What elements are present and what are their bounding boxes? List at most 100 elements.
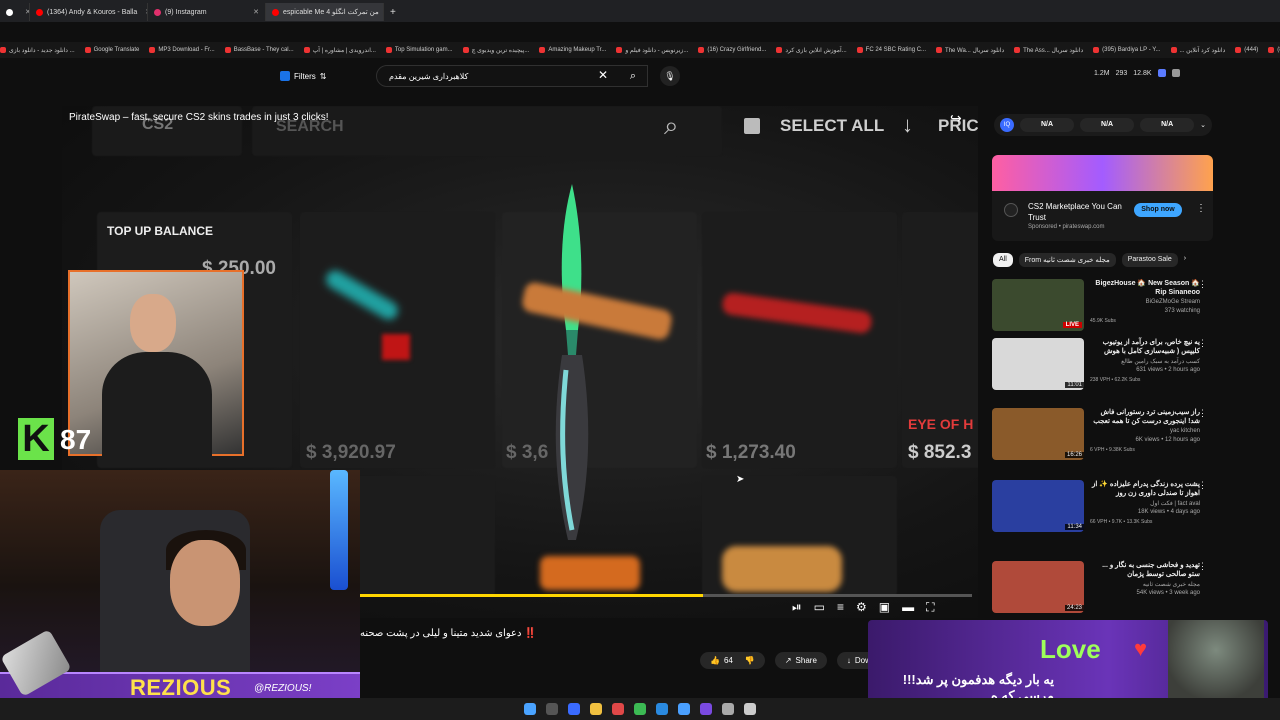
video-thumbnail[interactable]: 11:34 bbox=[992, 480, 1084, 532]
sponsored-ad[interactable]: CS2 Marketplace You Can Trust Sponsored … bbox=[992, 155, 1213, 241]
app-icon[interactable] bbox=[568, 703, 580, 715]
blurred-price: $ 852.3 bbox=[908, 442, 972, 463]
chrome-icon[interactable] bbox=[634, 703, 646, 715]
more-options-icon[interactable]: ⋮ bbox=[1198, 480, 1207, 491]
bookmark-item[interactable]: The Wa... دانلود سریال bbox=[936, 47, 1004, 54]
close-icon[interactable]: ✕ bbox=[17, 8, 29, 16]
recommended-video[interactable]: LIVE BigezHouse 🏠 New Season 🏠 Rip Sinane… bbox=[992, 279, 1207, 335]
share-button[interactable]: ↗ Share bbox=[774, 652, 827, 669]
bookmark-item[interactable]: Amazing Makeup Tr... bbox=[539, 47, 606, 53]
video-meta: 373 watching bbox=[1164, 308, 1200, 314]
metric-chip[interactable]: N/A bbox=[1080, 118, 1135, 132]
person-face bbox=[130, 294, 176, 352]
bookmark-item[interactable]: (444) bbox=[1235, 47, 1258, 53]
duration-badge: 11:01 bbox=[1065, 382, 1084, 388]
video-thumbnail[interactable]: LIVE bbox=[992, 279, 1084, 331]
browser-tab-active[interactable]: espicable Me 4 من تمرکت انگلو✕ bbox=[266, 3, 384, 21]
close-icon[interactable]: ✕ bbox=[245, 8, 259, 16]
fullscreen-icon[interactable]: ⛶ bbox=[926, 600, 934, 615]
chevron-right-icon[interactable]: › bbox=[1184, 253, 1186, 267]
settings-icon[interactable]: ⚙ bbox=[856, 600, 867, 615]
app-icon[interactable] bbox=[744, 703, 756, 715]
bookmark-item[interactable]: (887) Men Rank Th bbox=[1268, 47, 1280, 53]
video-thumbnail[interactable]: 24:23 bbox=[992, 561, 1084, 613]
video-thumbnail[interactable]: 16:26 bbox=[992, 408, 1084, 460]
bookmark-item[interactable]: دانلود جدید - دانلود بازی ... bbox=[0, 47, 75, 54]
video-thumbnail[interactable]: 11:01 bbox=[992, 338, 1084, 390]
browser-tab[interactable]: (9) Instagram ✕ bbox=[148, 3, 266, 21]
bookmark-item[interactable]: (16) Crazy Girlfriend... bbox=[698, 47, 766, 53]
recommended-video[interactable]: 24:23 تهدید و فحاشی جنسی به نگار و ... ست… bbox=[992, 561, 1207, 617]
theater-icon[interactable]: ▬ bbox=[902, 600, 914, 615]
clear-search-icon[interactable]: ✕ bbox=[598, 68, 608, 82]
bookmark-item[interactable]: زیرنویس - دانلود فیلم و... bbox=[616, 47, 688, 54]
chevron-down-icon[interactable]: ⌄ bbox=[1200, 121, 1206, 129]
app-icon[interactable] bbox=[656, 703, 668, 715]
blurred-item bbox=[382, 334, 410, 360]
autoplay-toggle-icon[interactable]: ⏯ bbox=[792, 600, 802, 615]
bookmark-item[interactable]: The Ass... دانلود سریال bbox=[1014, 47, 1083, 54]
start-icon[interactable] bbox=[524, 703, 536, 715]
more-options-icon[interactable]: ⋮ bbox=[1198, 408, 1207, 419]
chip-related[interactable]: Parastoo Sale bbox=[1121, 253, 1178, 267]
miniplayer-icon[interactable]: ▣ bbox=[879, 600, 890, 615]
filters-button[interactable]: Filters ⇅ bbox=[280, 68, 326, 84]
bookmark-item[interactable]: (395) Bardiya LP - Y... bbox=[1093, 47, 1161, 53]
close-icon[interactable]: ✕ bbox=[137, 8, 147, 16]
recommended-video[interactable]: 11:01 یه نیچ خاص، برای درآمد از یوتیوب کل… bbox=[992, 338, 1207, 394]
bookmark-item[interactable]: Google Translate bbox=[84, 47, 139, 53]
video-meta: 54K views • 3 week ago bbox=[1136, 590, 1200, 596]
share-icon[interactable]: ↪ bbox=[950, 110, 962, 127]
chip-all[interactable]: All bbox=[993, 253, 1013, 267]
voice-search-button[interactable]: 🎙 bbox=[660, 66, 680, 86]
recommended-video[interactable]: 11:34 پشت پرده زندگی پدرام علیزاده ✨ از ا… bbox=[992, 480, 1207, 536]
more-options-icon[interactable]: ⋮ bbox=[1198, 338, 1207, 349]
bookmark-favicon-icon bbox=[303, 47, 310, 53]
bookmark-item[interactable]: BassBase - They cal... bbox=[224, 47, 294, 53]
captions-icon[interactable]: ▭ bbox=[814, 600, 825, 615]
progress-bar[interactable] bbox=[360, 594, 972, 597]
ad-banner-image bbox=[992, 155, 1213, 191]
blurred-label: SELECT ALL bbox=[780, 116, 885, 135]
subtitles-icon[interactable]: ≡ bbox=[837, 600, 844, 615]
bookmark-favicon-icon bbox=[856, 47, 863, 53]
app-icon[interactable] bbox=[678, 703, 690, 715]
thumbs-down-icon[interactable]: 👎 bbox=[745, 656, 755, 665]
app-icon[interactable] bbox=[700, 703, 712, 715]
more-options-icon[interactable]: ⋮ bbox=[1196, 203, 1206, 214]
browser-tab[interactable]: (1364) Andy & Kouros - Balla✕ bbox=[30, 3, 148, 21]
bookmark-item[interactable]: آموزش انلاین بازی کرد... bbox=[776, 47, 847, 54]
address-bar[interactable] bbox=[0, 22, 1280, 40]
bookmark-favicon-icon bbox=[1093, 47, 1100, 53]
app-icon[interactable] bbox=[722, 703, 734, 715]
bookmark-item[interactable]: ... دانلود کرد آنلاین bbox=[1170, 47, 1225, 54]
metric-chip[interactable]: N/A bbox=[1140, 118, 1195, 132]
browser-tab[interactable]: ✕ bbox=[0, 3, 30, 21]
bookmark-favicon-icon bbox=[1235, 47, 1242, 53]
extension-chipbar: IQ N/A N/A N/A ⌄ bbox=[994, 114, 1212, 136]
new-tab-button[interactable]: + bbox=[384, 3, 402, 21]
chip-from-channel[interactable]: From مجله خبری شصت ثانیه bbox=[1018, 253, 1116, 267]
bookmark-item[interactable]: MP3 Download - Fr... bbox=[149, 47, 215, 53]
shop-now-button[interactable]: Shop now bbox=[1134, 203, 1182, 217]
extension-icon[interactable] bbox=[1157, 69, 1166, 77]
duration-badge: 16:26 bbox=[1064, 452, 1084, 458]
bookmark-item[interactable]: Top Simulation gam... bbox=[385, 47, 453, 53]
search-button[interactable]: ⌕ bbox=[622, 65, 644, 87]
extension-icon[interactable] bbox=[1171, 69, 1180, 77]
app-icon[interactable] bbox=[612, 703, 624, 715]
video-actions: 👍 64 👎 ↗ Share ↓ Down bbox=[700, 652, 886, 669]
search-icon: ⌕ bbox=[629, 70, 637, 82]
bookmark-item[interactable]: پیچیده ترین ویدیوی چ... bbox=[462, 47, 529, 54]
more-options-icon[interactable]: ⋮ bbox=[1198, 279, 1207, 290]
youtube-icon bbox=[36, 8, 43, 16]
bookmark-item[interactable]: اندرویدی | مشاوره | آپ... bbox=[303, 47, 376, 54]
metric-chip[interactable]: N/A bbox=[1020, 118, 1075, 132]
bookmark-item[interactable]: FC 24 SBC Rating C... bbox=[856, 47, 926, 53]
folder-icon[interactable] bbox=[590, 703, 602, 715]
recommended-video[interactable]: 16:26 راز سیب‌زمینی ترد رستورانی فاش شد! … bbox=[992, 408, 1207, 464]
search-icon[interactable] bbox=[546, 703, 558, 715]
video-title-overlay[interactable]: PirateSwap – fast, secure CS2 skins trad… bbox=[69, 112, 329, 123]
more-options-icon[interactable]: ⋮ bbox=[1198, 561, 1207, 572]
like-button[interactable]: 👍 64 👎 bbox=[700, 652, 765, 669]
